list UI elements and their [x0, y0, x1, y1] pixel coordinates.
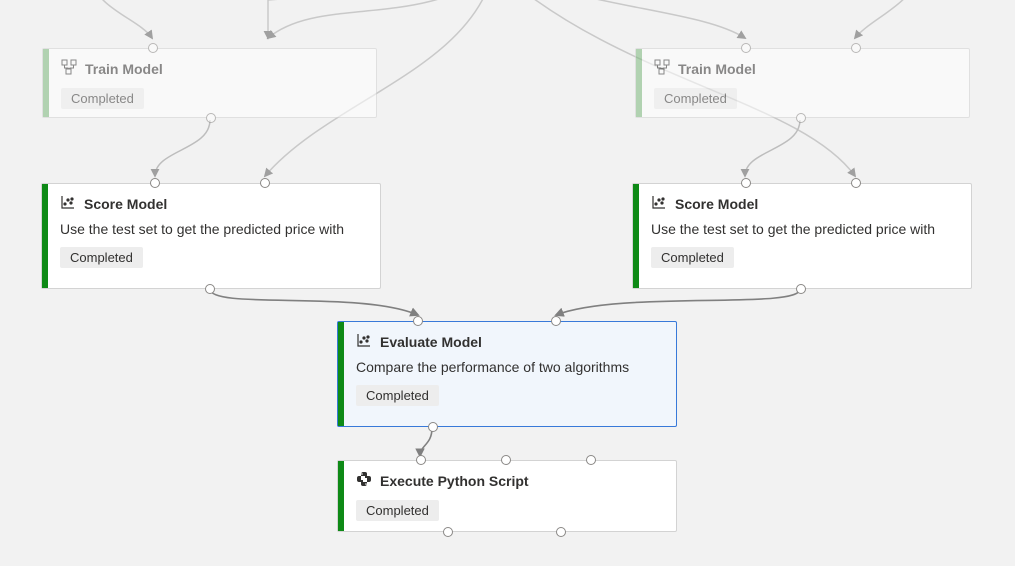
input-port-1[interactable] — [416, 455, 426, 465]
node-train-model-right[interactable]: Train Model Completed — [635, 48, 970, 118]
node-title: Score Model — [675, 196, 758, 212]
status-stripe — [636, 49, 642, 117]
node-description: Use the test set to get the predicted pr… — [651, 221, 957, 237]
scatter-icon — [60, 194, 76, 213]
node-execute-python-script[interactable]: Execute Python Script Completed — [337, 460, 677, 532]
status-badge: Completed — [651, 247, 734, 268]
node-title: Score Model — [84, 196, 167, 212]
python-icon — [356, 471, 372, 490]
node-title: Execute Python Script — [380, 473, 529, 489]
status-badge: Completed — [60, 247, 143, 268]
output-port-1[interactable] — [443, 527, 453, 537]
output-port[interactable] — [428, 422, 438, 432]
input-port[interactable] — [148, 43, 158, 53]
node-score-model-left[interactable]: Score Model Use the test set to get the … — [41, 183, 381, 289]
status-badge: Completed — [356, 385, 439, 406]
input-port-1[interactable] — [413, 316, 423, 326]
node-title: Evaluate Model — [380, 334, 482, 350]
status-badge: Completed — [356, 500, 439, 521]
node-score-model-right[interactable]: Score Model Use the test set to get the … — [632, 183, 972, 289]
input-port-2[interactable] — [851, 178, 861, 188]
status-stripe — [42, 184, 48, 288]
input-port-1[interactable] — [150, 178, 160, 188]
output-port[interactable] — [796, 284, 806, 294]
node-title: Train Model — [85, 61, 163, 77]
status-stripe — [338, 322, 344, 426]
node-description: Use the test set to get the predicted pr… — [60, 221, 366, 237]
input-port-2[interactable] — [260, 178, 270, 188]
scatter-icon — [651, 194, 667, 213]
status-stripe — [338, 461, 344, 531]
train-icon — [654, 59, 670, 78]
train-icon — [61, 59, 77, 78]
status-badge: Completed — [61, 88, 144, 109]
output-port[interactable] — [796, 113, 806, 123]
input-port-1[interactable] — [741, 43, 751, 53]
node-title: Train Model — [678, 61, 756, 77]
output-port-2[interactable] — [556, 527, 566, 537]
input-port-1[interactable] — [741, 178, 751, 188]
node-evaluate-model[interactable]: Evaluate Model Compare the performance o… — [337, 321, 677, 427]
status-stripe — [43, 49, 49, 117]
scatter-icon — [356, 332, 372, 351]
status-stripe — [633, 184, 639, 288]
input-port-2[interactable] — [501, 455, 511, 465]
input-port-2[interactable] — [551, 316, 561, 326]
status-badge: Completed — [654, 88, 737, 109]
output-port[interactable] — [205, 284, 215, 294]
node-train-model-left[interactable]: Train Model Completed — [42, 48, 377, 118]
node-description: Compare the performance of two algorithm… — [356, 359, 662, 375]
input-port-2[interactable] — [851, 43, 861, 53]
output-port[interactable] — [206, 113, 216, 123]
input-port-3[interactable] — [586, 455, 596, 465]
